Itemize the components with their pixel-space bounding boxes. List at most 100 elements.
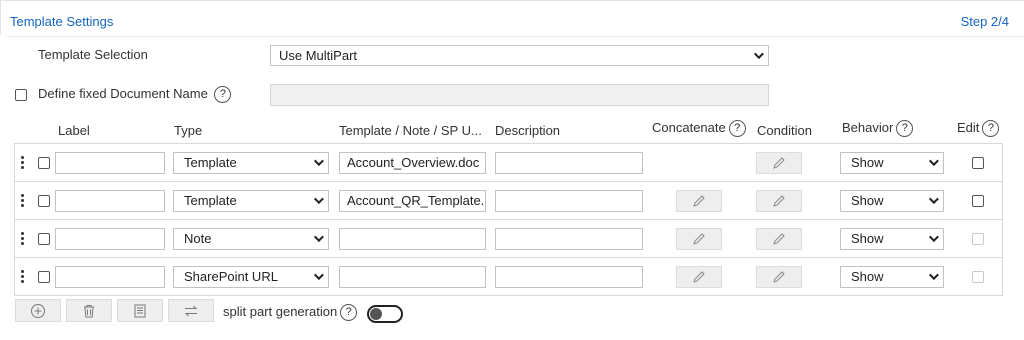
col-concatenate: Concatenate? [652,120,746,138]
row-checkbox[interactable] [38,233,50,245]
condition-edit-button[interactable] [756,228,802,250]
type-select[interactable]: Note [173,228,329,250]
delete-row-button[interactable] [66,299,112,322]
drag-handle-icon[interactable] [21,270,25,284]
chevron-down-icon [313,270,324,281]
trash-icon [84,304,94,317]
pencil-icon [773,233,785,245]
condition-edit-button[interactable] [756,152,802,174]
add-row-button[interactable] [15,299,61,322]
col-label: Label [58,123,90,138]
swap-icon [184,305,198,316]
chevron-down-icon [928,232,939,243]
fixed-name-row: Define fixed Document Name ? [38,86,232,104]
type-select[interactable]: Template [173,152,329,174]
edit-checkbox[interactable] [972,195,984,207]
row-checkbox[interactable] [38,271,50,283]
template-button[interactable] [117,299,163,322]
type-select[interactable]: Template [173,190,329,212]
label-input[interactable] [55,190,165,212]
behavior-select[interactable]: Show [840,152,944,174]
behavior-select[interactable]: Show [840,190,944,212]
template-selection-label: Template Selection [38,47,148,62]
description-input[interactable] [495,266,643,288]
help-icon[interactable]: ? [728,120,746,138]
concatenate-edit-button[interactable] [676,228,722,250]
chevron-down-icon [928,194,939,205]
pencil-icon [693,195,705,207]
col-edit-label: Edit [957,120,980,135]
behavior-select[interactable]: Show [840,266,944,288]
description-input[interactable] [495,190,643,212]
behavior-select[interactable]: Show [840,228,944,250]
edit-checkbox[interactable] [972,157,984,169]
concatenate-edit-button[interactable] [676,190,722,212]
type-select[interactable]: SharePoint URL [173,266,329,288]
type-value: Template [184,193,237,208]
chevron-down-icon [313,232,324,243]
table-row: Template Account_QR_Template. Show [14,182,1003,220]
type-value: SharePoint URL [184,269,278,284]
split-part-row: split part generation? [223,304,358,322]
plus-icon [31,303,45,318]
chevron-down-icon [313,156,324,167]
col-edit: Edit? [957,120,1000,138]
template-input[interactable] [339,266,486,288]
split-part-toggle[interactable] [367,305,403,323]
type-value: Note [184,231,212,246]
template-selection-select[interactable]: Use MultiPart [270,45,769,66]
chevron-down-icon [928,270,939,281]
fixed-name-label: Define fixed Document Name [38,86,208,101]
row-checkbox[interactable] [38,195,50,207]
pencil-icon [773,271,785,283]
drag-handle-icon[interactable] [21,156,25,170]
pencil-icon [773,157,785,169]
help-icon[interactable]: ? [340,304,358,322]
col-behavior: Behavior? [842,120,914,138]
template-settings-panel: Template Settings Step 2/4 Template Sele… [0,0,1024,340]
col-description: Description [495,123,561,138]
template-input[interactable] [339,228,486,250]
swap-button[interactable] [168,299,214,322]
help-icon[interactable]: ? [982,120,1000,138]
col-concatenate-label: Concatenate [652,120,726,135]
header-divider [9,36,1024,37]
help-icon[interactable]: ? [214,86,232,104]
table-row: SharePoint URL Show [14,258,1003,296]
edit-checkbox[interactable] [972,271,984,283]
label-input[interactable] [55,266,165,288]
description-input[interactable] [495,228,643,250]
condition-edit-button[interactable] [756,266,802,288]
edit-checkbox[interactable] [972,233,984,245]
drag-handle-icon[interactable] [21,232,25,246]
description-input[interactable] [495,152,643,174]
col-behavior-label: Behavior [842,120,894,135]
behavior-value: Show [851,269,884,284]
row-checkbox[interactable] [38,157,50,169]
template-icon [134,304,146,317]
pencil-icon [693,271,705,283]
drag-handle-icon[interactable] [21,194,25,208]
concatenate-edit-button[interactable] [676,266,722,288]
table-row: Template Account_Overview.doc Show [14,144,1003,182]
template-input[interactable]: Account_Overview.doc [339,152,486,174]
pencil-icon [773,195,785,207]
step-indicator: Step 2/4 [960,14,1009,29]
split-part-label: split part generation [223,304,338,319]
behavior-value: Show [851,155,884,170]
col-type: Type [174,123,203,138]
template-input[interactable]: Account_QR_Template. [339,190,486,212]
section-title: Template Settings [10,14,114,29]
fixed-name-input[interactable] [270,84,769,106]
label-input[interactable] [55,152,165,174]
behavior-value: Show [851,231,884,246]
panel-border [0,1,8,35]
behavior-value: Show [851,193,884,208]
condition-edit-button[interactable] [756,190,802,212]
fixed-name-checkbox[interactable] [15,89,27,101]
label-input[interactable] [55,228,165,250]
template-selection-value: Use MultiPart [279,48,358,63]
help-icon[interactable]: ? [896,120,914,138]
chevron-down-icon [928,156,939,167]
chevron-down-icon [753,49,764,60]
